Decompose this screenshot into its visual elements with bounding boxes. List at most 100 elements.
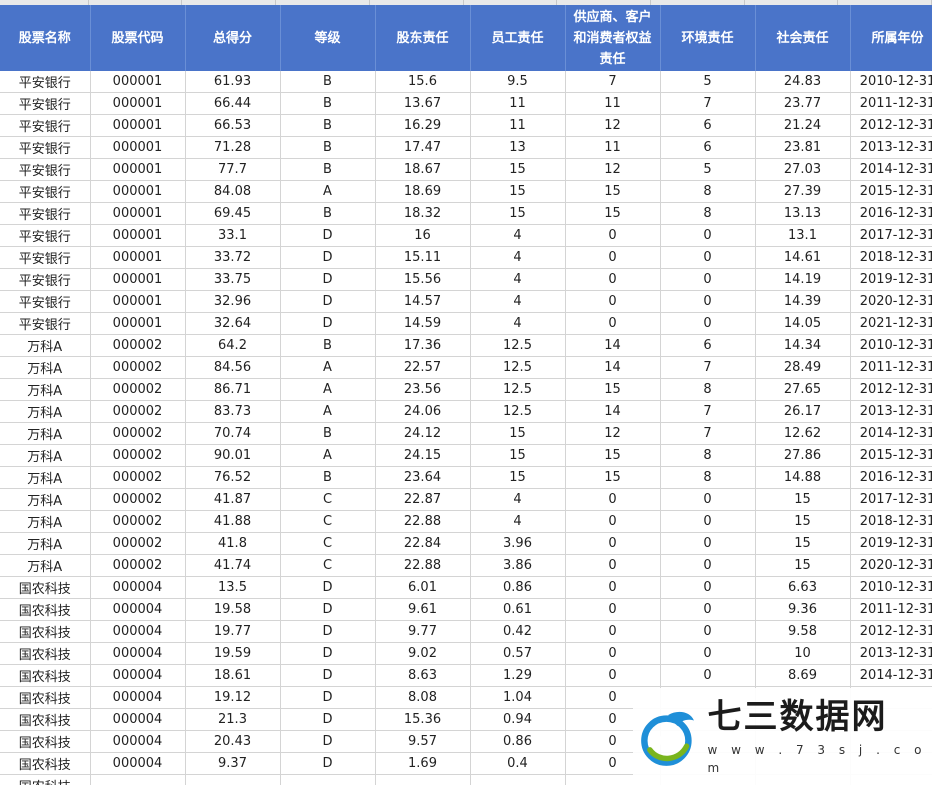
cell-grade[interactable]: B (280, 114, 376, 137)
cell-year[interactable]: 2010-12-31 (850, 334, 932, 357)
cell-stock-code[interactable]: 000002 (90, 334, 186, 357)
cell-shareholder[interactable]: 18.32 (375, 202, 471, 225)
cell-employee[interactable] (470, 774, 566, 785)
cell-supplier-customer[interactable]: 0 (565, 598, 661, 621)
cell-total-score[interactable]: 33.72 (185, 246, 281, 269)
cell-employee[interactable]: 0.86 (470, 730, 566, 753)
cell-grade[interactable]: D (280, 246, 376, 269)
cell-social[interactable]: 14.61 (755, 246, 851, 269)
cell-environment[interactable]: 0 (660, 246, 756, 269)
cell-stock-code[interactable]: 000001 (90, 92, 186, 115)
cell-stock-code[interactable]: 000004 (90, 752, 186, 775)
cell-total-score[interactable]: 19.58 (185, 598, 281, 621)
cell-shareholder[interactable]: 1.69 (375, 752, 471, 775)
cell-total-score[interactable]: 64.2 (185, 334, 281, 357)
cell-grade[interactable]: D (280, 268, 376, 291)
cell-grade[interactable]: D (280, 730, 376, 753)
cell-stock-name[interactable]: 国农科技 (0, 620, 91, 643)
cell-supplier-customer[interactable]: 15 (565, 444, 661, 467)
cell-environment[interactable]: 0 (660, 312, 756, 335)
cell-total-score[interactable]: 84.56 (185, 356, 281, 379)
cell-grade[interactable]: D (280, 752, 376, 775)
cell-stock-name[interactable]: 平安银行 (0, 180, 91, 203)
cell-environment[interactable]: 0 (660, 664, 756, 687)
cell-stock-code[interactable]: 000004 (90, 708, 186, 731)
cell-stock-name[interactable]: 万科A (0, 356, 91, 379)
cell-year[interactable]: 2012-12-31 (850, 378, 932, 401)
cell-environment[interactable]: 8 (660, 202, 756, 225)
cell-shareholder[interactable]: 15.6 (375, 71, 471, 93)
cell-social[interactable]: 9.36 (755, 598, 851, 621)
cell-total-score[interactable]: 33.75 (185, 268, 281, 291)
cell-employee[interactable]: 0.86 (470, 576, 566, 599)
cell-year[interactable]: 2012-12-31 (850, 620, 932, 643)
cell-stock-code[interactable]: 000002 (90, 554, 186, 577)
cell-supplier-customer[interactable]: 12 (565, 158, 661, 181)
cell-environment[interactable]: 5 (660, 71, 756, 93)
cell-stock-code[interactable]: 000004 (90, 642, 186, 665)
cell-stock-name[interactable]: 国农科技 (0, 708, 91, 731)
cell-year[interactable]: 2016-12-31 (850, 202, 932, 225)
cell-social[interactable]: 9.58 (755, 620, 851, 643)
cell-employee[interactable]: 0.61 (470, 598, 566, 621)
cell-social[interactable]: 15 (755, 532, 851, 555)
cell-employee[interactable]: 12.5 (470, 334, 566, 357)
cell-grade[interactable]: C (280, 510, 376, 533)
cell-social[interactable]: 15 (755, 488, 851, 511)
cell-total-score[interactable]: 69.45 (185, 202, 281, 225)
cell-employee[interactable]: 11 (470, 92, 566, 115)
cell-stock-name[interactable]: 平安银行 (0, 290, 91, 313)
cell-stock-name[interactable]: 平安银行 (0, 268, 91, 291)
cell-employee[interactable]: 0.4 (470, 752, 566, 775)
cell-stock-code[interactable]: 000002 (90, 466, 186, 489)
cell-total-score[interactable]: 83.73 (185, 400, 281, 423)
cell-total-score[interactable]: 32.96 (185, 290, 281, 313)
cell-stock-code[interactable]: 000002 (90, 356, 186, 379)
cell-stock-name[interactable]: 国农科技 (0, 664, 91, 687)
cell-environment[interactable]: 0 (660, 488, 756, 511)
cell-stock-name[interactable]: 万科A (0, 554, 91, 577)
cell-grade[interactable]: B (280, 158, 376, 181)
cell-social[interactable]: 23.81 (755, 136, 851, 159)
cell-stock-code[interactable]: 000004 (90, 664, 186, 687)
cell-year[interactable]: 2013-12-31 (850, 642, 932, 665)
cell-stock-name[interactable]: 万科A (0, 488, 91, 511)
cell-social[interactable]: 27.39 (755, 180, 851, 203)
cell-total-score[interactable]: 66.44 (185, 92, 281, 115)
cell-stock-code[interactable]: 000002 (90, 400, 186, 423)
cell-total-score[interactable]: 33.1 (185, 224, 281, 247)
cell-environment[interactable]: 0 (660, 268, 756, 291)
cell-social[interactable]: 14.88 (755, 466, 851, 489)
cell-grade[interactable]: D (280, 312, 376, 335)
cell-supplier-customer[interactable]: 0 (565, 268, 661, 291)
cell-employee[interactable]: 4 (470, 488, 566, 511)
cell-total-score[interactable]: 41.8 (185, 532, 281, 555)
cell-grade[interactable]: D (280, 598, 376, 621)
cell-stock-code[interactable]: 000002 (90, 488, 186, 511)
cell-social[interactable]: 14.39 (755, 290, 851, 313)
cell-stock-name[interactable]: 平安银行 (0, 224, 91, 247)
cell-total-score[interactable]: 21.3 (185, 708, 281, 731)
cell-stock-code[interactable]: 000001 (90, 158, 186, 181)
cell-stock-name[interactable]: 国农科技 (0, 686, 91, 709)
cell-supplier-customer[interactable]: 0 (565, 488, 661, 511)
cell-stock-code[interactable]: 000001 (90, 71, 186, 93)
cell-shareholder[interactable]: 22.84 (375, 532, 471, 555)
cell-supplier-customer[interactable]: 0 (565, 664, 661, 687)
cell-year[interactable]: 2010-12-31 (850, 71, 932, 93)
cell-grade[interactable]: D (280, 620, 376, 643)
cell-stock-code[interactable]: 000001 (90, 312, 186, 335)
cell-supplier-customer[interactable]: 14 (565, 356, 661, 379)
cell-stock-name[interactable]: 万科A (0, 400, 91, 423)
cell-stock-name[interactable]: 万科A (0, 334, 91, 357)
cell-year[interactable]: 2020-12-31 (850, 290, 932, 313)
cell-social[interactable]: 21.24 (755, 114, 851, 137)
cell-social[interactable]: 26.17 (755, 400, 851, 423)
cell-environment[interactable]: 8 (660, 378, 756, 401)
cell-total-score[interactable]: 70.74 (185, 422, 281, 445)
cell-year[interactable]: 2011-12-31 (850, 598, 932, 621)
cell-environment[interactable]: 7 (660, 92, 756, 115)
cell-total-score[interactable]: 77.7 (185, 158, 281, 181)
cell-stock-name[interactable]: 国农科技 (0, 598, 91, 621)
cell-stock-name[interactable]: 平安银行 (0, 312, 91, 335)
